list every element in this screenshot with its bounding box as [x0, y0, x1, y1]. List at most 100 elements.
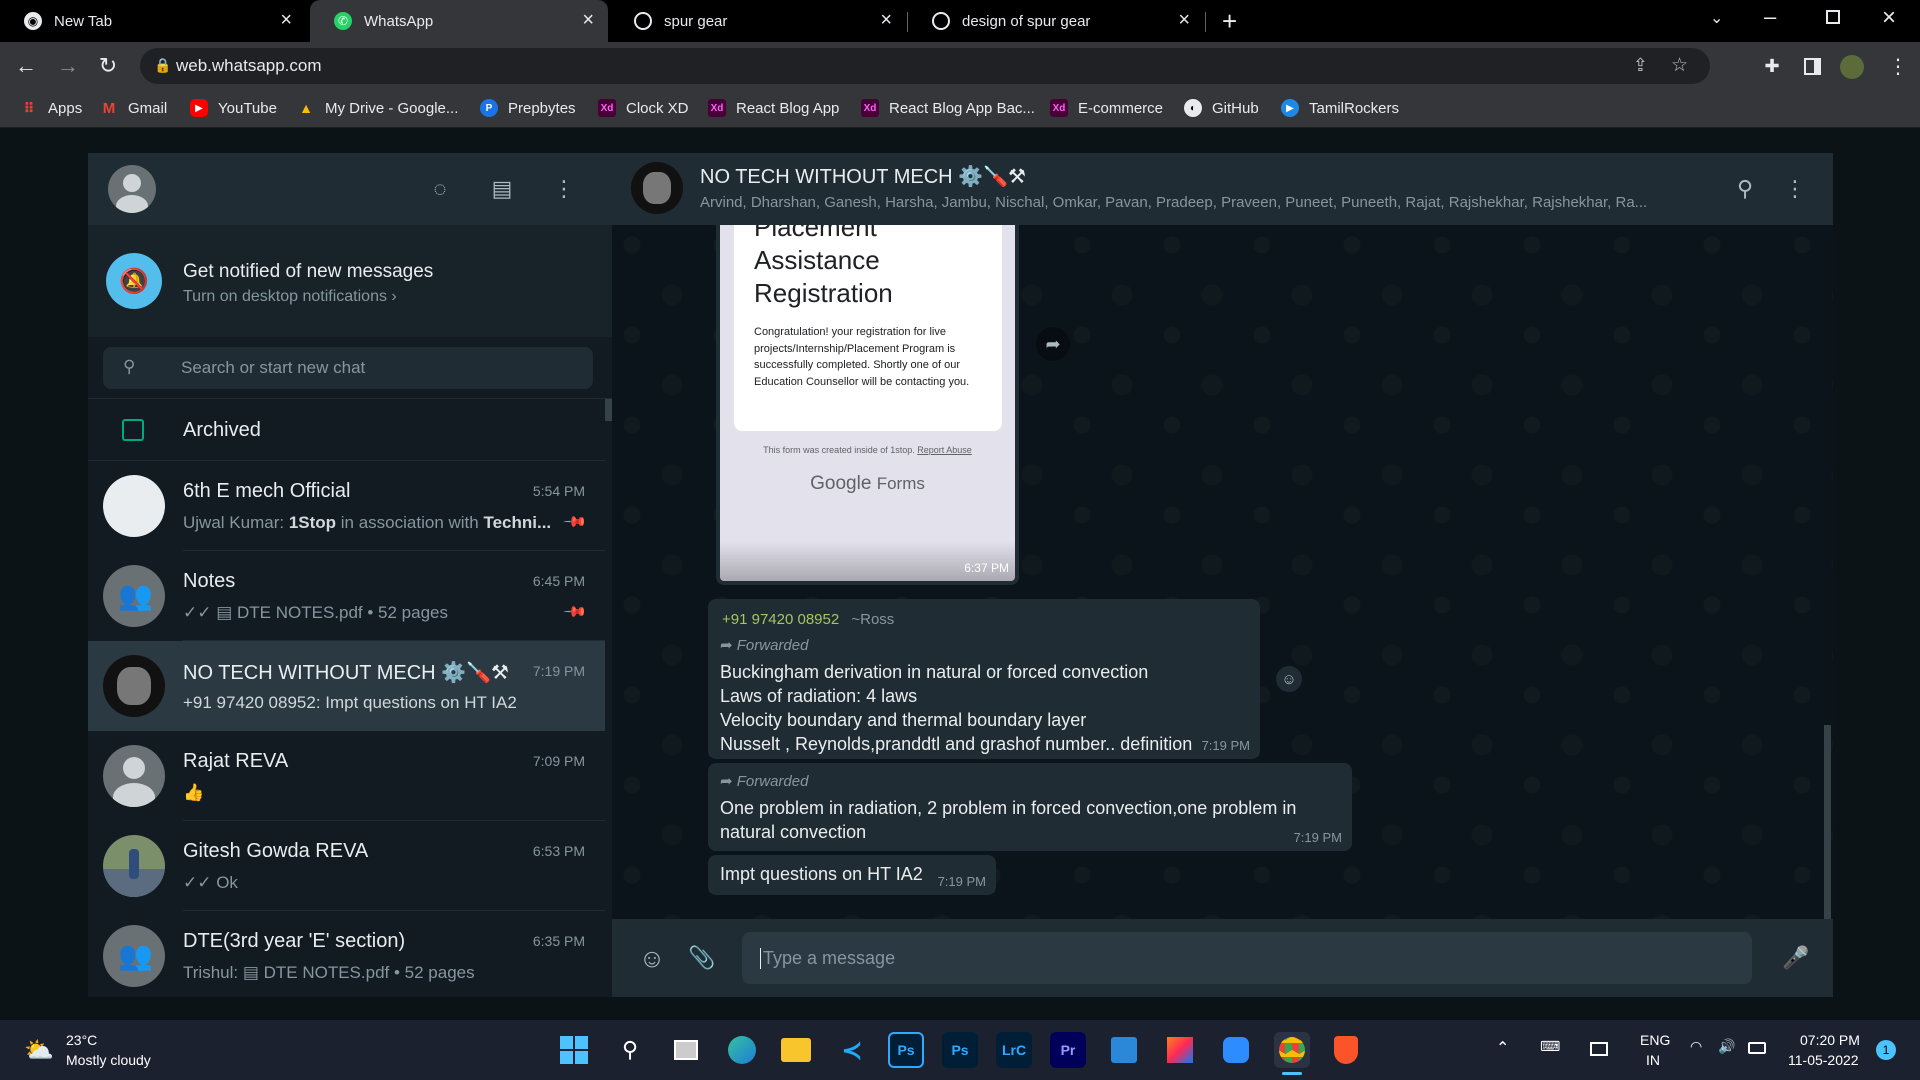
- language-top[interactable]: ENG: [1640, 1032, 1670, 1048]
- message-bubble[interactable]: ➦ Forwarded One problem in radiation, 2 …: [708, 763, 1352, 851]
- forward-arrow-icon[interactable]: →: [52, 50, 84, 82]
- form-card: Placement Assistance Registration Congra…: [734, 225, 1002, 431]
- chat-item-dte-3rd-year-e-section[interactable]: 👥 DTE(3rd year 'E' section) 6:35 PM Tris…: [88, 911, 605, 1001]
- message-area[interactable]: Placement Assistance Registration Congra…: [612, 225, 1833, 919]
- search-placeholder: Search or start new chat: [181, 358, 366, 377]
- tab-new-tab[interactable]: ◉ New Tab ×: [0, 0, 306, 42]
- tab-design-of-spur-gear[interactable]: design of spur gear ×: [908, 0, 1204, 42]
- chat-item-notes[interactable]: 👥 Notes 6:45 PM ✓✓ ▤ DTE NOTES.pdf • 52 …: [88, 551, 605, 641]
- reload-icon[interactable]: ↻: [92, 50, 124, 82]
- react-emoji-icon[interactable]: ☺: [1276, 666, 1302, 692]
- bookmark-e-commerce[interactable]: Xd E-commerce: [1050, 90, 1163, 126]
- bookmark-react-blog-app[interactable]: Xd React Blog App: [708, 90, 839, 126]
- new-chat-icon[interactable]: ▤: [482, 169, 522, 209]
- vscode-icon[interactable]: ≺: [834, 1032, 870, 1068]
- chat-list-scroll-thumb[interactable]: [605, 399, 612, 421]
- chat-item-no-tech-without-mech[interactable]: NO TECH WITHOUT MECH ⚙️🪛⚒ 7:19 PM +91 97…: [88, 641, 605, 731]
- chat-item-6th-e-mech-official[interactable]: 6th E mech Official 5:54 PM Ujwal Kumar:…: [88, 461, 605, 551]
- bookmark-react-blog-app-backend[interactable]: Xd React Blog App Bac...: [861, 90, 1035, 126]
- close-icon[interactable]: ×: [880, 10, 892, 30]
- tab-search-chevron-icon[interactable]: ⌄: [1710, 8, 1723, 28]
- new-tab-plus-icon[interactable]: +: [1222, 6, 1237, 37]
- notification-badge[interactable]: 1: [1876, 1040, 1896, 1060]
- chat-list-scrollbar[interactable]: [605, 399, 612, 997]
- status-icon[interactable]: ◌: [420, 169, 460, 209]
- sender-phone[interactable]: +91 97420 08952: [722, 611, 839, 628]
- minimize-icon[interactable]: –: [1764, 4, 1776, 30]
- restore-icon[interactable]: [1826, 10, 1840, 24]
- image-message-google-form[interactable]: Placement Assistance Registration Congra…: [716, 225, 1019, 585]
- chrome-icon[interactable]: [1274, 1032, 1310, 1068]
- notification-link[interactable]: Turn on desktop notifications ›: [183, 288, 397, 306]
- clock-time[interactable]: 07:20 PM: [1800, 1032, 1860, 1048]
- side-panel-icon[interactable]: [1804, 58, 1821, 75]
- emoji-icon[interactable]: ☺: [632, 938, 672, 978]
- edge-icon[interactable]: [724, 1032, 760, 1068]
- clock-date[interactable]: 11-05-2022: [1788, 1052, 1859, 1068]
- battery-icon[interactable]: [1748, 1042, 1766, 1054]
- lightroom-classic-icon[interactable]: LrC: [996, 1032, 1032, 1068]
- menu-icon[interactable]: ⋮: [544, 169, 584, 209]
- tab-whatsapp[interactable]: ✆ WhatsApp ×: [310, 0, 608, 42]
- taskbar-search-icon[interactable]: ⚲: [612, 1032, 648, 1068]
- keyboard-icon[interactable]: ⌨: [1540, 1038, 1560, 1055]
- forwarded-label: ➦ Forwarded: [720, 772, 808, 790]
- bookmark-star-icon[interactable]: ☆: [1671, 54, 1688, 77]
- menu-icon[interactable]: ⋮: [1775, 169, 1815, 209]
- brave-icon[interactable]: [1328, 1032, 1364, 1068]
- message-scroll-thumb[interactable]: [1824, 725, 1831, 919]
- chat-item-rajat-reva[interactable]: Rajat REVA 7:09 PM 👍: [88, 731, 605, 821]
- photoshop-icon[interactable]: Ps: [942, 1032, 978, 1068]
- bookmark-apps[interactable]: ⠿ Apps: [20, 90, 83, 126]
- search-icon[interactable]: ⚲: [1725, 169, 1765, 209]
- chat-item-gitesh-gowda-reva[interactable]: Gitesh Gowda REVA 6:53 PM ✓✓ Ok: [88, 821, 605, 911]
- close-icon[interactable]: ×: [1178, 10, 1190, 30]
- tray-chevron-up-icon[interactable]: ⌃: [1496, 1038, 1509, 1058]
- share-icon[interactable]: ⇪: [1633, 55, 1648, 76]
- my-avatar[interactable]: [108, 165, 156, 213]
- volume-icon[interactable]: 🔊: [1718, 1038, 1735, 1055]
- desktop-notification-banner[interactable]: 🔕 Get notified of new messages Turn on d…: [88, 225, 612, 337]
- app-icon[interactable]: [1106, 1032, 1142, 1068]
- premiere-pro-icon[interactable]: Pr: [1050, 1032, 1086, 1068]
- active-app-indicator: [1282, 1072, 1302, 1075]
- bookmark-tamilrockers[interactable]: ▶ TamilRockers: [1281, 90, 1399, 126]
- wifi-icon[interactable]: ◠: [1690, 1038, 1702, 1055]
- bookmark-gmail[interactable]: M Gmail: [100, 90, 167, 126]
- search-bar: ⚲ Search or start new chat: [88, 337, 612, 399]
- form-footer-text: This form was created inside of 1stop.: [763, 445, 915, 455]
- message-bubble[interactable]: Impt questions on HT IA2 7:19 PM: [708, 855, 996, 895]
- message-input[interactable]: Type a message: [742, 932, 1752, 984]
- archived-row[interactable]: Archived: [88, 399, 612, 461]
- bookmark-my-drive[interactable]: ▲ My Drive - Google...: [297, 90, 458, 126]
- task-view-icon[interactable]: [668, 1032, 704, 1068]
- display-icon[interactable]: [1590, 1042, 1608, 1056]
- forward-icon[interactable]: ➦: [1036, 327, 1070, 361]
- language-bottom[interactable]: IN: [1646, 1052, 1660, 1068]
- group-avatar[interactable]: [631, 162, 683, 214]
- back-arrow-icon[interactable]: ←: [10, 50, 42, 82]
- microphone-icon[interactable]: 🎤: [1776, 938, 1816, 978]
- tab-spur-gear[interactable]: spur gear ×: [610, 0, 906, 42]
- report-abuse-link[interactable]: Report Abuse: [917, 445, 972, 455]
- zoom-icon[interactable]: [1218, 1032, 1254, 1068]
- conversation-header[interactable]: NO TECH WITHOUT MECH ⚙️🪛⚒ Arvind, Dharsh…: [612, 153, 1833, 225]
- profile-avatar[interactable]: [1840, 55, 1864, 79]
- bookmark-clock-xd[interactable]: Xd Clock XD: [598, 90, 689, 126]
- bookmark-youtube[interactable]: ▶ YouTube: [190, 90, 277, 126]
- file-explorer-icon[interactable]: [778, 1032, 814, 1068]
- search-input[interactable]: ⚲ Search or start new chat: [103, 347, 593, 389]
- windows-start-icon[interactable]: [556, 1032, 592, 1068]
- extensions-puzzle-icon[interactable]: ✚: [1756, 50, 1788, 82]
- message-bubble[interactable]: +91 97420 08952 ~Ross ➦ Forwarded Buckin…: [708, 599, 1260, 759]
- attach-paperclip-icon[interactable]: 📎: [682, 938, 722, 978]
- bookmark-github[interactable]: ◐ GitHub: [1184, 90, 1259, 126]
- close-icon[interactable]: ×: [582, 10, 594, 30]
- chrome-menu-icon[interactable]: ⋮: [1882, 50, 1914, 82]
- close-icon[interactable]: ×: [280, 10, 292, 30]
- bookmark-prepbytes[interactable]: P Prepbytes: [480, 90, 576, 126]
- photoshop-icon[interactable]: Ps: [888, 1032, 924, 1068]
- window-close-icon[interactable]: ×: [1882, 4, 1896, 32]
- address-bar[interactable]: 🔒 web.whatsapp.com ⇪ ☆: [140, 48, 1710, 84]
- intellij-icon[interactable]: [1162, 1032, 1198, 1068]
